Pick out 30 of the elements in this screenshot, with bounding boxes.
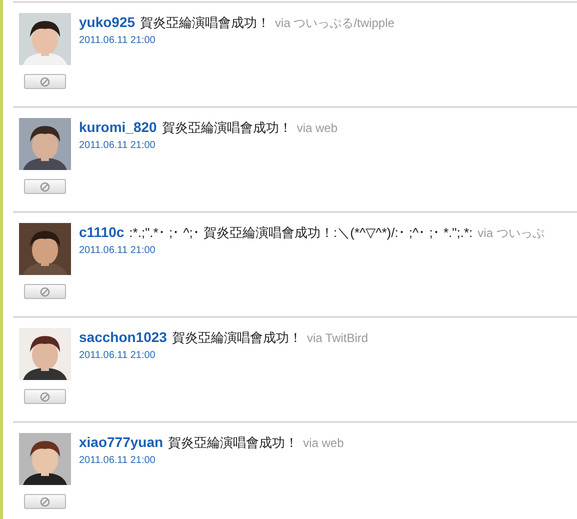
- tweet-text: 賀炎亞綸演唱會成功！: [140, 14, 270, 32]
- prohibit-icon: [40, 496, 50, 506]
- tweet-text: 賀炎亞綸演唱會成功！: [172, 329, 302, 347]
- block-button[interactable]: [24, 494, 66, 509]
- timestamp-link[interactable]: 2011.06.11 21:00: [79, 140, 338, 151]
- source-text: via TwitBird: [306, 331, 368, 345]
- timestamp-link[interactable]: 2011.06.11 21:00: [79, 35, 394, 46]
- block-button[interactable]: [24, 284, 66, 299]
- source-text: via ついっぷ: [478, 225, 544, 242]
- prohibit-icon: [40, 182, 50, 192]
- username-link[interactable]: xiao777yuan: [79, 434, 164, 450]
- prohibit-icon: [40, 286, 50, 296]
- block-button[interactable]: [24, 74, 66, 89]
- source-text: via web: [303, 436, 344, 450]
- username-link[interactable]: c1110c: [79, 224, 124, 240]
- source-text: via web: [296, 121, 338, 135]
- timestamp-link[interactable]: 2011.06.11 21:00: [79, 350, 368, 361]
- source-text: via ついっぷる/twipple: [275, 15, 394, 32]
- prohibit-icon: [40, 392, 50, 402]
- username-link[interactable]: sacchon1023: [79, 329, 167, 345]
- timestamp-link[interactable]: 2011.06.11 21:00: [79, 245, 544, 256]
- block-button[interactable]: [24, 389, 66, 404]
- prohibit-icon: [40, 76, 50, 86]
- tweet-text: :*.;".*･ ;･ ^;･ 賀炎亞綸演唱會成功！:＼(*^▽^*)/:･ ;^･ ;･ *.";.*:: [129, 224, 473, 242]
- username-link[interactable]: yuko925: [79, 14, 136, 30]
- block-button[interactable]: [24, 179, 66, 194]
- username-link[interactable]: kuromi_820: [79, 119, 157, 135]
- tweet-text: 賀炎亞綸演唱會成功！: [168, 434, 298, 452]
- timestamp-link[interactable]: 2011.06.11 21:00: [79, 455, 344, 466]
- tweet-text: 賀炎亞綸演唱會成功！: [162, 119, 292, 137]
